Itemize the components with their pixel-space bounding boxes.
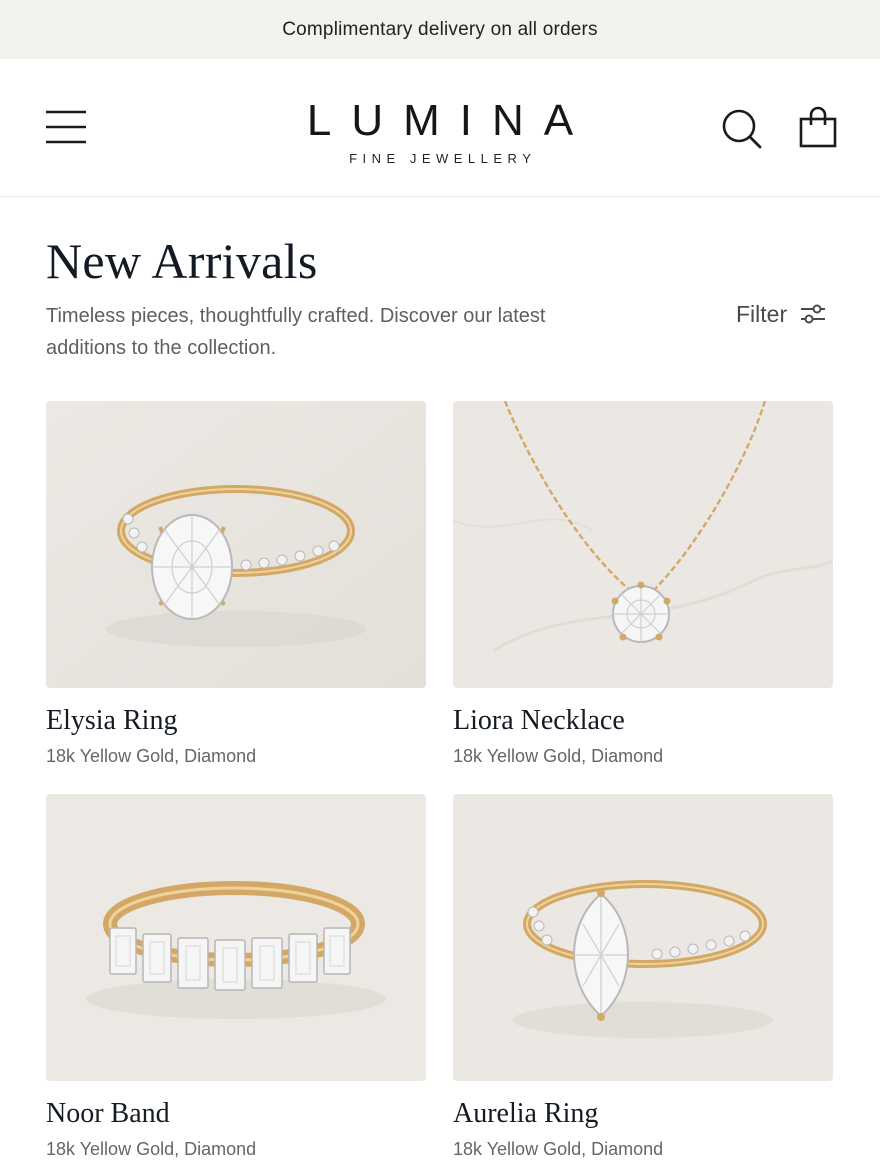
- search-button[interactable]: [720, 107, 764, 151]
- product-image-elysia-ring[interactable]: [46, 401, 426, 688]
- search-icon: [722, 109, 762, 149]
- cart-button[interactable]: [796, 105, 840, 149]
- product-image-aurelia-ring[interactable]: [453, 794, 833, 1081]
- product-card[interactable]: Noor Band 18k Yellow Gold, Diamond: [46, 794, 426, 1161]
- oval-solitaire-ring-image: [46, 401, 426, 688]
- shopping-bag-icon: [799, 106, 837, 148]
- solitaire-pendant-necklace-image: [453, 401, 833, 688]
- brand-logo[interactable]: LUMINA FINE JEWELLERY: [240, 95, 640, 166]
- brand-name: LUMINA: [306, 96, 594, 145]
- product-name[interactable]: Liora Necklace: [453, 704, 833, 738]
- product-name[interactable]: Elysia Ring: [46, 704, 426, 738]
- page-title: New Arrivals: [46, 233, 318, 289]
- eternity-band-image: [46, 794, 426, 1081]
- product-card[interactable]: Elysia Ring 18k Yellow Gold, Diamond: [46, 401, 426, 768]
- brand-tagline: FINE JEWELLERY: [349, 151, 537, 166]
- product-card[interactable]: Liora Necklace 18k Yellow Gold, Diamond: [453, 401, 833, 768]
- menu-icon: [46, 110, 86, 144]
- product-card[interactable]: Aurelia Ring 18k Yellow Gold, Diamond: [453, 794, 833, 1161]
- product-material: 18k Yellow Gold, Diamond: [453, 1139, 664, 1159]
- product-image-noor-band[interactable]: [46, 794, 426, 1081]
- product-material: 18k Yellow Gold, Diamond: [46, 746, 257, 766]
- site-header: LUMINA FINE JEWELLERY: [0, 59, 880, 197]
- product-name[interactable]: Noor Band: [46, 1097, 426, 1131]
- product-name[interactable]: Aurelia Ring: [453, 1097, 833, 1131]
- filter-label: Filter: [736, 300, 788, 327]
- product-material: 18k Yellow Gold, Diamond: [46, 1139, 257, 1159]
- page-intro: Timeless pieces, thoughtfully crafted. D…: [46, 305, 546, 359]
- announcement-bar: Complimentary delivery on all orders: [0, 0, 880, 59]
- marquise-solitaire-ring-image: [453, 794, 833, 1081]
- announcement-text: Complimentary delivery on all orders: [282, 18, 598, 40]
- product-material: 18k Yellow Gold, Diamond: [453, 746, 664, 766]
- product-image-liora-necklace[interactable]: [453, 401, 833, 688]
- filter-sliders-icon: [801, 304, 826, 324]
- menu-button[interactable]: [44, 107, 88, 147]
- filter-button[interactable]: Filter: [736, 298, 827, 330]
